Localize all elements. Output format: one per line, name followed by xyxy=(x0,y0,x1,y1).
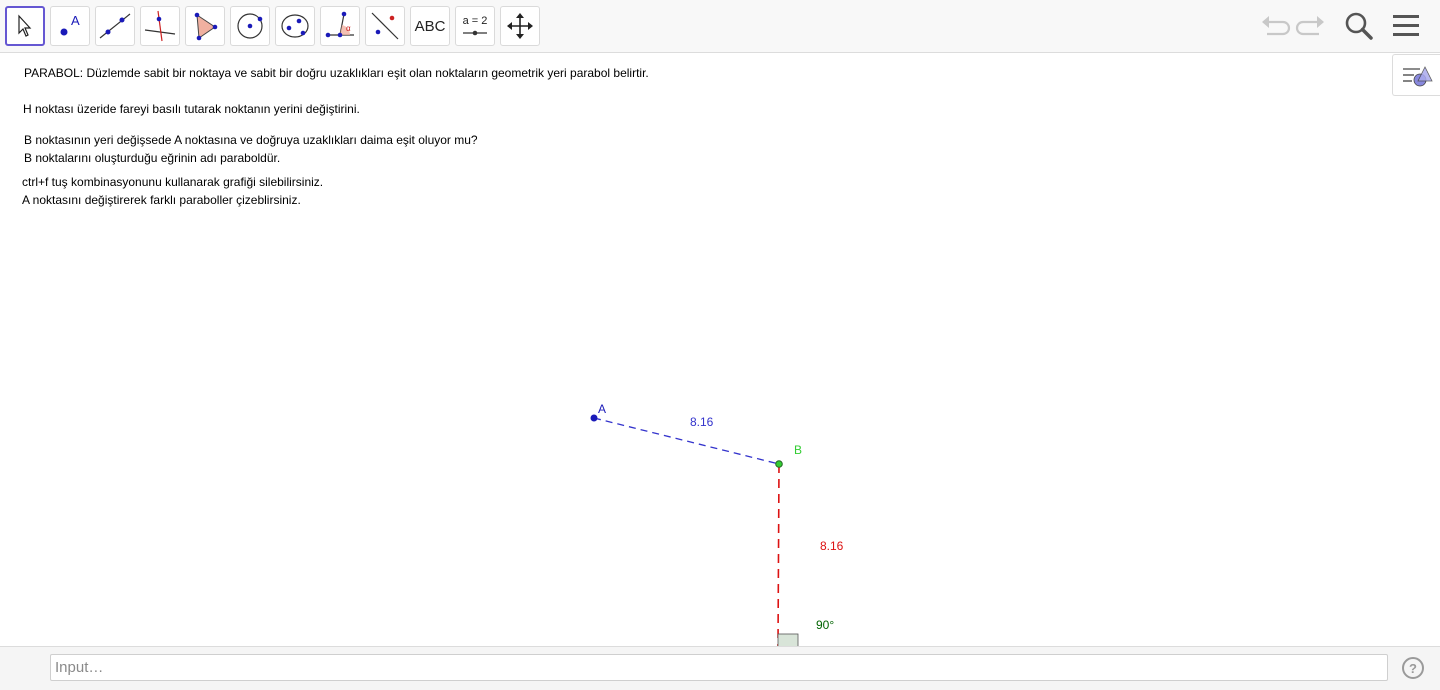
segment-ab[interactable] xyxy=(593,417,780,465)
segment-b-to-line[interactable] xyxy=(777,463,780,646)
point-tool[interactable]: A xyxy=(50,6,90,46)
point-icon: A xyxy=(60,13,80,36)
redo-button[interactable] xyxy=(1293,8,1329,44)
perpendicular-tool[interactable] xyxy=(140,6,180,46)
point-b[interactable] xyxy=(775,460,783,468)
angle-icon: α xyxy=(325,11,354,38)
redo-icon xyxy=(1295,16,1324,36)
circle-center-point-icon xyxy=(237,13,263,39)
move-arrows-icon xyxy=(507,13,533,39)
geometry-construction: A B 8.16 8.16 90° xyxy=(590,402,844,646)
undo-icon xyxy=(1262,16,1291,36)
slider-tool[interactable]: a = 2 xyxy=(455,6,495,46)
search-icon xyxy=(1345,12,1373,40)
algebra-input[interactable] xyxy=(50,654,1388,681)
line-tool[interactable] xyxy=(95,6,135,46)
undo-button[interactable] xyxy=(1257,8,1293,44)
perpendicular-line-icon xyxy=(144,10,176,42)
text-tool[interactable]: ABC xyxy=(410,6,450,46)
help-button[interactable]: ? xyxy=(1402,657,1424,679)
cursor-arrow-icon xyxy=(18,14,32,37)
menu-icon xyxy=(1393,15,1419,36)
graphics-view[interactable]: PARABOL: Düzlemde sabit bir noktaya ve s… xyxy=(0,54,1440,646)
move-tool[interactable] xyxy=(5,6,45,46)
point-tool-label: A xyxy=(71,13,80,28)
circle-tool[interactable] xyxy=(230,6,270,46)
reflect-tool[interactable] xyxy=(365,6,405,46)
ellipse-tool[interactable] xyxy=(275,6,315,46)
reflect-line-icon xyxy=(371,12,399,40)
right-angle-marker xyxy=(777,633,799,646)
ellipse-icon xyxy=(281,14,309,38)
line-icon xyxy=(99,13,131,39)
angle-tool[interactable]: α xyxy=(320,6,360,46)
move-graphics-tool[interactable] xyxy=(500,6,540,46)
polygon-icon xyxy=(194,12,218,41)
toolbar: A α ABC a = 2 xyxy=(0,0,1440,53)
point-a-label: A xyxy=(598,402,606,416)
polygon-tool[interactable] xyxy=(185,6,225,46)
angle-tool-label: α xyxy=(346,24,351,33)
angle-label: 90° xyxy=(816,618,834,632)
menu-button[interactable] xyxy=(1388,8,1424,44)
distance-ab-label: 8.16 xyxy=(690,415,714,429)
point-b-label: B xyxy=(794,443,802,457)
point-a[interactable] xyxy=(590,414,598,422)
input-bar: ? xyxy=(0,646,1440,690)
help-icon: ? xyxy=(1409,660,1417,676)
slider-track-icon xyxy=(463,30,487,36)
search-button[interactable] xyxy=(1341,8,1377,44)
text-icon: ABC xyxy=(414,17,446,35)
distance-b-line-label: 8.16 xyxy=(820,539,844,553)
